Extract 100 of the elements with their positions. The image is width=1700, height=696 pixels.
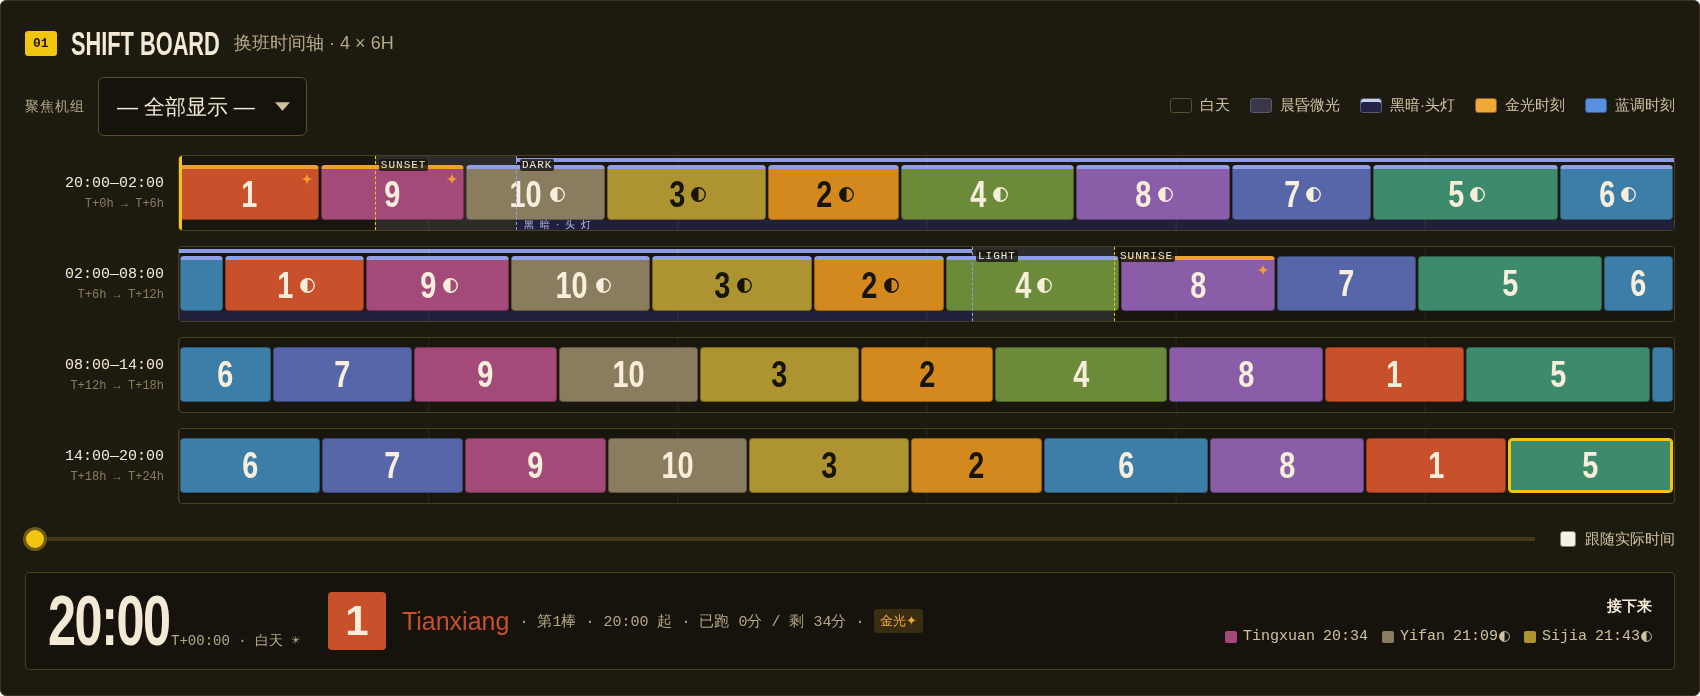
runner-block[interactable]: 9 [413,347,558,402]
runner-number: 8 [1190,266,1207,304]
runner-number: 8 [1238,356,1255,393]
runner-number: 9 [420,266,437,304]
runner-block[interactable]: 10 [608,438,747,493]
runner-block[interactable] [180,256,224,311]
runner-number: 9 [477,356,494,393]
runner-block[interactable]: 5 [1418,256,1603,311]
runner-number: 2 [968,447,985,484]
runner-number: 1 [241,175,258,213]
runner-number: 10 [555,266,588,304]
runner-block[interactable]: 4 [994,347,1168,402]
runner-number: 4 [1015,266,1032,304]
runner-block[interactable]: 1 [225,256,365,311]
runner-number: 5 [1582,447,1599,484]
golden-hour-tag: 金光✦ [874,609,924,633]
runner-block[interactable]: 9 [366,256,510,311]
next-runner-time: 21:09 [1452,628,1498,645]
runner-block[interactable]: 6 [180,347,272,402]
runner-number: 6 [1599,175,1616,213]
runner-block[interactable]: 6 [1043,438,1209,493]
band-label: 黑暗·头灯 [523,220,598,230]
runner-number: 9 [384,175,401,213]
row-offset: T+6h → T+12h [77,288,164,302]
legend-label: 金光时刻 [1505,96,1565,115]
runner-block[interactable]: 4 [901,165,1074,220]
next-runner-name: Sijia [1541,628,1587,645]
runner-number: 8 [1279,447,1296,484]
runner-block[interactable]: 3 [748,438,910,493]
runner-number: 7 [384,447,401,484]
runner-block[interactable]: 3 [652,256,812,311]
runner-block[interactable]: 2 [861,347,993,402]
runner-number: 8 [1135,175,1152,213]
runner-block[interactable]: 5 [1372,165,1559,220]
next-heading: 接下来 [1607,597,1652,616]
legend-label: 晨昏微光 [1280,96,1340,115]
runner-number: 6 [241,447,258,484]
runner-block[interactable]: 9 [464,438,606,493]
runner-block[interactable]: 2 [911,438,1042,493]
runner-block[interactable]: 6 [1604,256,1673,311]
runner-block[interactable]: 1 [1366,438,1507,493]
runner-number: 1 [1428,447,1445,484]
slider-thumb[interactable] [23,527,47,551]
runner-number: 2 [861,266,878,304]
row-offset: T+18h → T+24h [70,470,164,484]
runner-number: 3 [669,175,686,213]
filter-label: 聚焦机组 [25,97,85,116]
runner-block[interactable]: 5 [1508,438,1673,493]
marker-label: LIGHT [975,250,1018,262]
row-time-range: 08:00—14:00 [64,357,164,374]
runner-number: 3 [714,266,731,304]
legend-label: 白天 [1200,96,1230,115]
sparkle-icon [300,173,313,185]
runner-block[interactable]: 8 [1075,165,1230,220]
next-runner-time: 20:34 [1322,628,1368,645]
runner-block[interactable]: 10 [511,256,651,311]
runner-block[interactable]: 10 [559,347,698,402]
row-time-range: 20:00—02:00 [64,175,164,192]
runner-block[interactable]: 3 [606,165,767,220]
runner-number: 6 [1117,447,1134,484]
runner-number: 1 [277,266,294,304]
runner-block[interactable]: 1 [1325,347,1464,402]
runner-number: 10 [661,447,694,484]
clock-meta: T+00:00 · 白天 ☀ [171,632,300,650]
leg-details: · 第1棒 · 20:00 起 · 已跑 0分 / 剩 34分 · [519,612,865,631]
runner-number: 7 [1338,265,1355,302]
sparkle-icon [1257,264,1270,276]
row-time-range: 14:00—20:00 [64,448,164,465]
marker-label: DARK [519,159,555,171]
runner-block[interactable]: 6 [180,438,320,493]
runner-block[interactable]: 3 [699,347,860,402]
runner-number: 7 [1283,175,1300,213]
checkbox[interactable] [1560,531,1576,547]
runner-block[interactable]: 2 [768,165,900,220]
section-number-badge: 01 [25,30,57,56]
board-subtitle: 换班时间轴 · 4 × 6H [234,32,394,55]
row-time-range: 02:00—08:00 [64,266,164,283]
runner-number: 10 [509,175,542,213]
runner-block[interactable]: 5 [1465,347,1651,402]
runner-block[interactable]: 8 [1210,438,1365,493]
runner-block[interactable]: 7 [273,347,412,402]
runner-block[interactable]: 2 [813,256,944,311]
runner-block[interactable]: 8 [1169,347,1323,402]
runner-number: 6 [217,356,234,393]
runner-number: 7 [334,356,351,393]
runner-block[interactable]: 1 [180,165,319,220]
runner-number: 4 [970,175,987,213]
runner-number: 5 [1549,356,1566,393]
next-runner-time: 21:43 [1595,628,1640,645]
legend-label: 黑暗·头灯 [1390,96,1455,115]
runner-block[interactable]: 7 [321,438,463,493]
group-dropdown[interactable]: — 全部显示 — [98,77,307,136]
runner-block[interactable]: 6 [1560,165,1673,220]
runner-block[interactable]: 7 [1277,256,1417,311]
next-runner-name: Yifan [1399,628,1445,645]
row-offset: T+0h → T+6h [84,197,164,211]
runner-block[interactable]: 7 [1231,165,1371,220]
runner-number: 3 [771,356,788,393]
next-runner-name: Tingxuan [1242,628,1315,645]
runner-number: 10 [612,356,645,393]
